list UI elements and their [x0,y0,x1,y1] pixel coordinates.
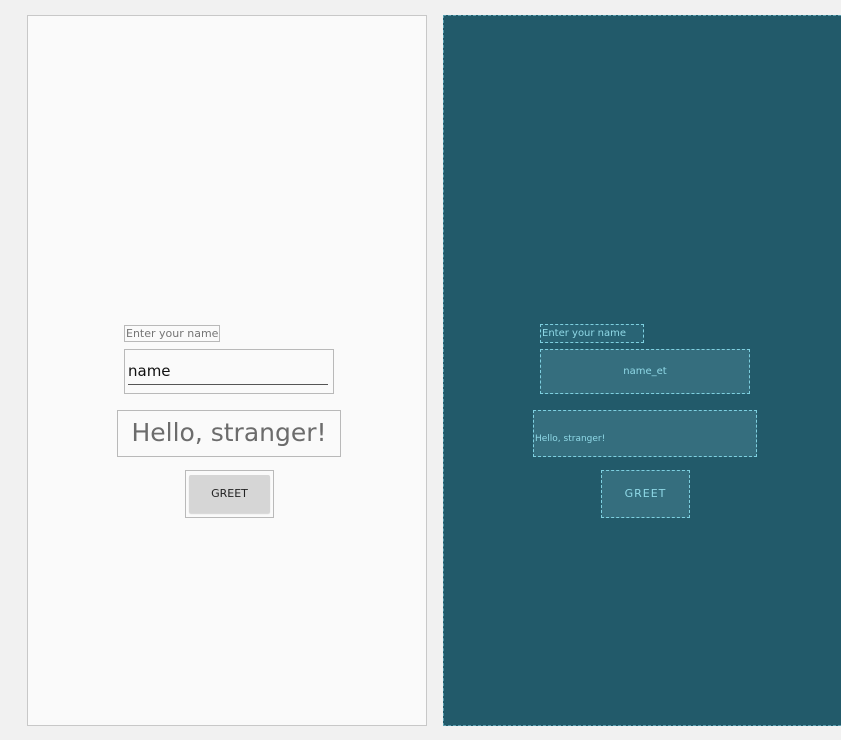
greet-button[interactable]: GREET [189,475,270,513]
blueprint-greeting-text[interactable]: Hello, stranger! [533,410,757,457]
blueprint-hint-label[interactable]: Enter your name [540,324,644,343]
blueprint-panel[interactable]: Enter your name name_et Hello, stranger!… [443,15,841,726]
blueprint-greet-button[interactable]: GREET [601,470,690,518]
greet-button-bounds[interactable]: GREET [185,470,274,518]
name-input[interactable]: name [124,349,334,394]
name-input-value: name [128,362,171,380]
design-preview-panel[interactable]: Enter your name name Hello, stranger! GR… [27,15,427,726]
greeting-text[interactable]: Hello, stranger! [117,410,341,457]
input-underline [128,384,328,385]
name-hint-label[interactable]: Enter your name [124,325,221,342]
blueprint-name-input[interactable]: name_et [540,349,750,394]
